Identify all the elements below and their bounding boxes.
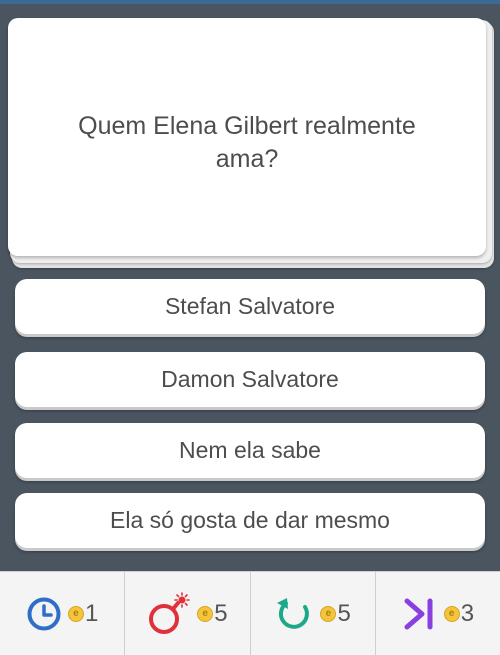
bomb-cost: e 5 — [197, 599, 228, 628]
refresh-cost: e 5 — [320, 599, 351, 628]
clock-icon — [26, 596, 62, 632]
bomb-powerup-button[interactable]: e 5 — [125, 572, 251, 655]
powerup-bar: e 1 e 5 e 5 e 3 — [0, 571, 500, 655]
skip-cost: e 3 — [443, 599, 475, 628]
bomb-cost-count: 5 — [214, 599, 228, 627]
time-powerup-button[interactable]: e 1 — [0, 572, 126, 655]
refresh-icon — [274, 594, 314, 634]
skip-powerup-button[interactable]: e 3 — [376, 572, 500, 655]
answer-button-3[interactable]: Nem ela sabe — [15, 423, 485, 478]
refresh-powerup-button[interactable]: e 5 — [251, 572, 376, 655]
top-strip — [0, 0, 500, 4]
coin-icon: e — [197, 605, 214, 622]
refresh-cost-count: 5 — [337, 599, 351, 627]
skip-icon — [402, 596, 438, 632]
bomb-icon — [147, 591, 191, 636]
question-text: Quem Elena Gilbert realmente ama? — [78, 112, 416, 173]
time-cost: e 1 — [67, 599, 99, 628]
coin-icon: e — [320, 605, 337, 622]
skip-cost-count: 3 — [460, 599, 475, 627]
answer-button-2[interactable]: Damon Salvatore — [15, 352, 485, 407]
answer-button-1[interactable]: Stefan Salvatore — [15, 279, 485, 334]
answer-button-4[interactable]: Ela só gosta de dar mesmo — [15, 493, 485, 548]
question-card-stack: Quem Elena Gilbert realmente ama? — [8, 18, 494, 268]
answer-list: Stefan Salvatore Damon Salvatore Nem ela… — [15, 279, 485, 566]
coin-icon: e — [67, 605, 84, 622]
coin-icon: e — [443, 605, 460, 622]
question-card: Quem Elena Gilbert realmente ama? — [8, 18, 486, 256]
time-cost-count: 1 — [84, 599, 99, 627]
